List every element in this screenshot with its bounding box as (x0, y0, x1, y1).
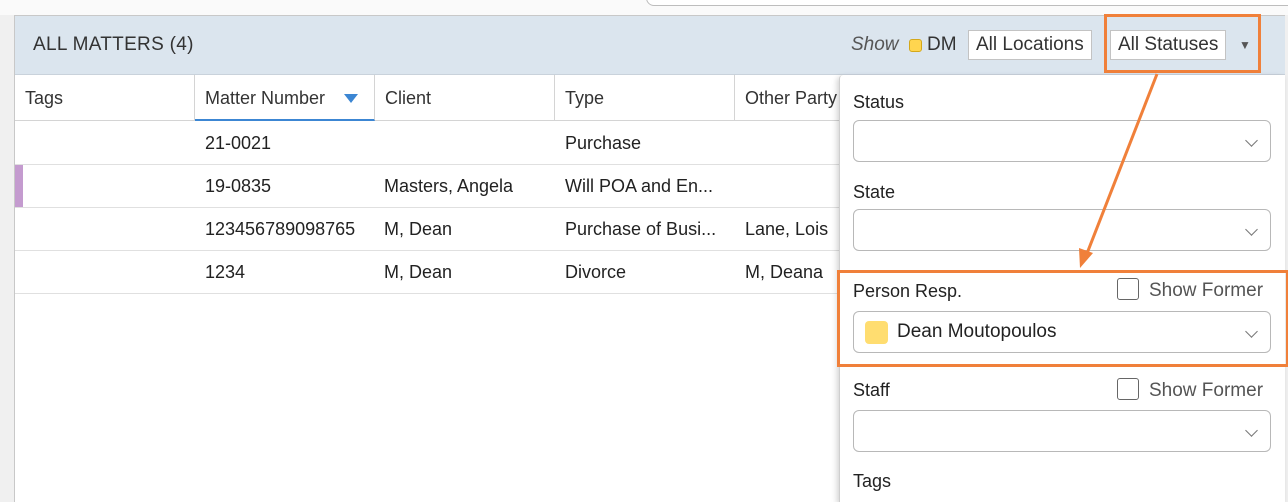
dm-toggle[interactable]: DM (927, 34, 957, 56)
staff-select[interactable] (853, 410, 1271, 452)
dm-color-swatch (909, 39, 922, 52)
show-label: Show (851, 34, 899, 55)
sort-descending-icon (344, 94, 358, 103)
cell-type: Purchase of Busi... (565, 219, 717, 239)
locations-filter-button[interactable]: All Locations (968, 30, 1092, 60)
staff-label: Staff (853, 380, 890, 400)
left-border (0, 15, 15, 502)
status-select[interactable] (853, 120, 1271, 162)
cell-matter-number: 21-0021 (205, 133, 272, 153)
staff-show-former-label: Show Former (1149, 380, 1264, 401)
caret-down-icon[interactable]: ▼ (1239, 38, 1251, 52)
chevron-down-icon (1245, 223, 1258, 236)
column-header-tags[interactable]: Tags (15, 75, 195, 121)
cell-client: M, Dean (384, 262, 453, 282)
cell-type: Will POA and En... (565, 176, 714, 196)
person-color-swatch (865, 321, 888, 344)
tag-color-marker (15, 165, 23, 207)
cell-other-party: Lane, Lois (745, 219, 829, 239)
cell-client: M, Dean (384, 219, 453, 239)
person-show-former-label: Show Former (1149, 280, 1264, 301)
column-header-label: Matter Number (205, 88, 326, 108)
chevron-down-icon (1245, 325, 1258, 338)
cell-type: Divorce (565, 262, 627, 282)
cell-other-party: M, Deana (745, 262, 824, 282)
column-header-type[interactable]: Type (555, 75, 735, 121)
statuses-filter-button[interactable]: All Statuses (1110, 30, 1227, 60)
status-filter-dropdown: Status State Person Resp. Show Former De… (837, 75, 1288, 502)
top-search-box[interactable] (646, 0, 1288, 6)
cell-matter-number: 1234 (205, 262, 246, 282)
chevron-down-icon (1245, 424, 1258, 437)
column-header-matter-number[interactable]: Matter Number (195, 75, 375, 121)
staff-show-former-checkbox[interactable] (1117, 378, 1139, 400)
matters-header: ALL MATTERS (4) Show DM All Locations Al… (15, 14, 1285, 75)
cell-matter-number: 123456789098765 (205, 219, 356, 239)
person-resp-value: Dean Moutopoulos (897, 321, 1057, 342)
person-show-former-checkbox[interactable] (1117, 278, 1139, 300)
person-resp-label: Person Resp. (853, 281, 963, 301)
matters-title: ALL MATTERS (4) (33, 34, 194, 55)
state-label: State (853, 182, 896, 202)
person-resp-select[interactable]: Dean Moutopoulos (853, 311, 1271, 353)
cell-client: Masters, Angela (384, 176, 514, 196)
cell-type: Purchase (565, 133, 642, 153)
state-select[interactable] (853, 209, 1271, 251)
tags-label: Tags (853, 471, 892, 491)
status-label: Status (853, 92, 905, 112)
chevron-down-icon (1245, 134, 1258, 147)
cell-matter-number: 19-0835 (205, 176, 272, 196)
column-header-client[interactable]: Client (375, 75, 555, 121)
